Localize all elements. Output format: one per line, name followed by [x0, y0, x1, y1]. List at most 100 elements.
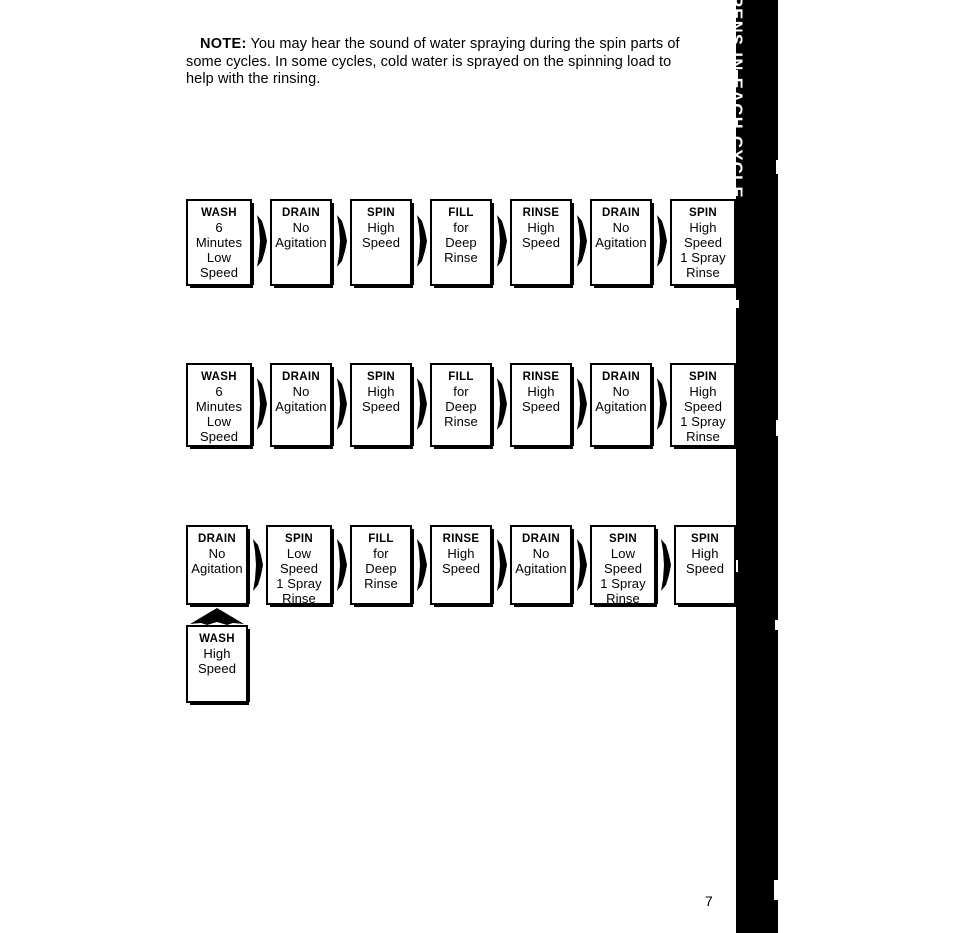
cycle-step-title: FILL	[448, 371, 474, 383]
cycle-step-detail: Speed	[521, 399, 561, 414]
cycle-step-title: DRAIN	[522, 533, 560, 545]
section-tab-label: WHAT HAPPENS IN EACH CYCLE	[727, 0, 745, 199]
cycle-step-title: RINSE	[522, 371, 560, 383]
right-arrow-icon	[332, 525, 350, 619]
cycle-row-2: WASH 6 Minutes Low Speed DRAIN No Agitation SPIN…	[186, 363, 738, 462]
cycle-step-detail: Speed	[683, 399, 723, 414]
cycle-step-box: DRAIN No Agitation	[186, 525, 250, 607]
cycle-step-box: RINSE High Speed	[510, 199, 574, 288]
note-paragraph: NOTE: You may hear the sound of water sp…	[186, 36, 696, 89]
cycle-step-detail: Speed	[197, 661, 237, 676]
right-arrow-icon	[652, 363, 670, 462]
cycle-step-detail: High	[689, 384, 717, 399]
right-arrow-icon	[412, 199, 430, 302]
right-arrow-icon	[572, 525, 590, 619]
cycle-step-title: DRAIN	[602, 207, 640, 219]
note-text: You may hear the sound of water spraying…	[186, 36, 680, 87]
cycle-step-detail: Speed	[521, 235, 561, 250]
tab-edge-artifact	[776, 160, 778, 174]
cycle-step-detail: No	[208, 546, 226, 561]
cycle-step-detail: High	[689, 220, 717, 235]
cycle-step-title: SPIN	[284, 533, 314, 545]
cycle-step-detail: Low	[610, 546, 636, 561]
cycle-row-1: WASH 6 Minutes Low Speed DRAIN No Agitation SPIN…	[186, 199, 738, 302]
cycle-step-detail: High	[447, 546, 475, 561]
cycle-step-title: FILL	[448, 207, 474, 219]
cycle-step-title: FILL	[368, 533, 394, 545]
cycle-step-title: RINSE	[442, 533, 480, 545]
cycle-step-detail: Speed	[603, 561, 643, 576]
cycle-step-box: SPIN High Speed	[350, 199, 414, 288]
cycle-step-detail: 1 Spray	[276, 576, 322, 591]
page-number: 7	[705, 893, 713, 909]
cycle-step-detail: 6	[215, 220, 223, 235]
cycle-step-detail: No	[612, 220, 630, 235]
right-arrow-icon	[248, 525, 266, 619]
cycle-step-detail: 6	[215, 384, 223, 399]
cycle-step-box: FILL for Deep Rinse	[430, 363, 494, 449]
cycle-step-detail: Minutes	[195, 399, 243, 414]
right-arrow-icon	[652, 199, 670, 302]
cycle-step-box: RINSE High Speed	[510, 363, 574, 449]
cycle-step-box: FILL for Deep Rinse	[350, 525, 414, 607]
cycle-step-detail: High	[527, 220, 555, 235]
note-label: NOTE:	[200, 36, 247, 52]
cycle-step-box: SPIN Low Speed 1 Spray Rinse	[590, 525, 658, 607]
cycle-step-detail: Low	[286, 546, 312, 561]
cycle-step-detail: Agitation	[191, 561, 243, 576]
cycle-step-detail: Speed	[685, 561, 725, 576]
cycle-step-box: WASH 6 Minutes Low Speed	[186, 363, 254, 449]
cycle-step-detail: Minutes	[195, 235, 243, 250]
cycle-step-detail: High	[527, 384, 555, 399]
right-arrow-icon	[412, 363, 430, 462]
cycle-step-box: FILL for Deep Rinse	[430, 199, 494, 288]
cycle-step-detail: Speed	[361, 399, 401, 414]
cycle-step-detail: 1 Spray	[680, 414, 726, 429]
cycle-step-detail: Speed	[199, 429, 239, 444]
tab-edge-artifact	[775, 620, 778, 630]
cycle-step-detail: Speed	[441, 561, 481, 576]
cycle-step-title: SPIN	[688, 371, 718, 383]
cycle-step-box: SPIN High Speed 1 Spray Rinse	[670, 199, 738, 288]
cycle-step-title: WASH	[201, 207, 237, 219]
cycle-step-detail: for	[453, 220, 469, 235]
cycle-entry-step-box: WASH High Speed	[186, 625, 250, 705]
cycle-step-detail: Speed	[361, 235, 401, 250]
cycle-step-title: DRAIN	[282, 207, 320, 219]
cycle-step-detail: High	[203, 646, 231, 661]
cycle-step-detail: No	[292, 384, 310, 399]
cycle-step-detail: Rinse	[364, 576, 398, 591]
tab-edge-artifact	[736, 560, 738, 572]
cycle-step-box: DRAIN No Agitation	[510, 525, 574, 607]
cycle-step-box: SPIN High Speed	[674, 525, 738, 607]
tab-edge-artifact	[774, 880, 778, 900]
cycle-step-detail: Speed	[683, 235, 723, 250]
manual-page: NOTE: You may hear the sound of water sp…	[0, 0, 954, 933]
right-arrow-icon	[572, 363, 590, 462]
cycle-step-title: SPIN	[690, 533, 720, 545]
cycle-step-title: WASH	[199, 633, 235, 645]
cycle-step-detail: Deep	[445, 399, 477, 414]
cycle-step-detail: 1 Spray	[600, 576, 646, 591]
cycle-step-box: RINSE High Speed	[430, 525, 494, 607]
cycle-step-box: WASH 6 Minutes Low Speed	[186, 199, 254, 288]
cycle-step-detail: Deep	[365, 561, 397, 576]
cycle-step-title: SPIN	[366, 371, 396, 383]
cycle-step-detail: for	[453, 384, 469, 399]
cycle-step-detail: Agitation	[595, 235, 647, 250]
cycle-step-detail: Agitation	[515, 561, 567, 576]
cycle-step-detail: Rinse	[606, 591, 640, 606]
right-arrow-icon	[572, 199, 590, 302]
tab-edge-artifact	[736, 70, 738, 80]
cycle-step-detail: High	[367, 384, 395, 399]
right-arrow-icon	[252, 363, 270, 462]
cycle-step-detail: Agitation	[275, 399, 327, 414]
cycle-step-detail: for	[373, 546, 389, 561]
cycle-step-detail: No	[532, 546, 550, 561]
cycle-step-title: DRAIN	[602, 371, 640, 383]
section-tab: WHAT HAPPENS IN EACH CYCLE	[727, 0, 778, 933]
cycle-step-title: SPIN	[608, 533, 638, 545]
cycle-step-box: DRAIN No Agitation	[270, 363, 334, 449]
cycle-step-box: DRAIN No Agitation	[590, 199, 654, 288]
cycle-step-detail: Speed	[199, 265, 239, 280]
